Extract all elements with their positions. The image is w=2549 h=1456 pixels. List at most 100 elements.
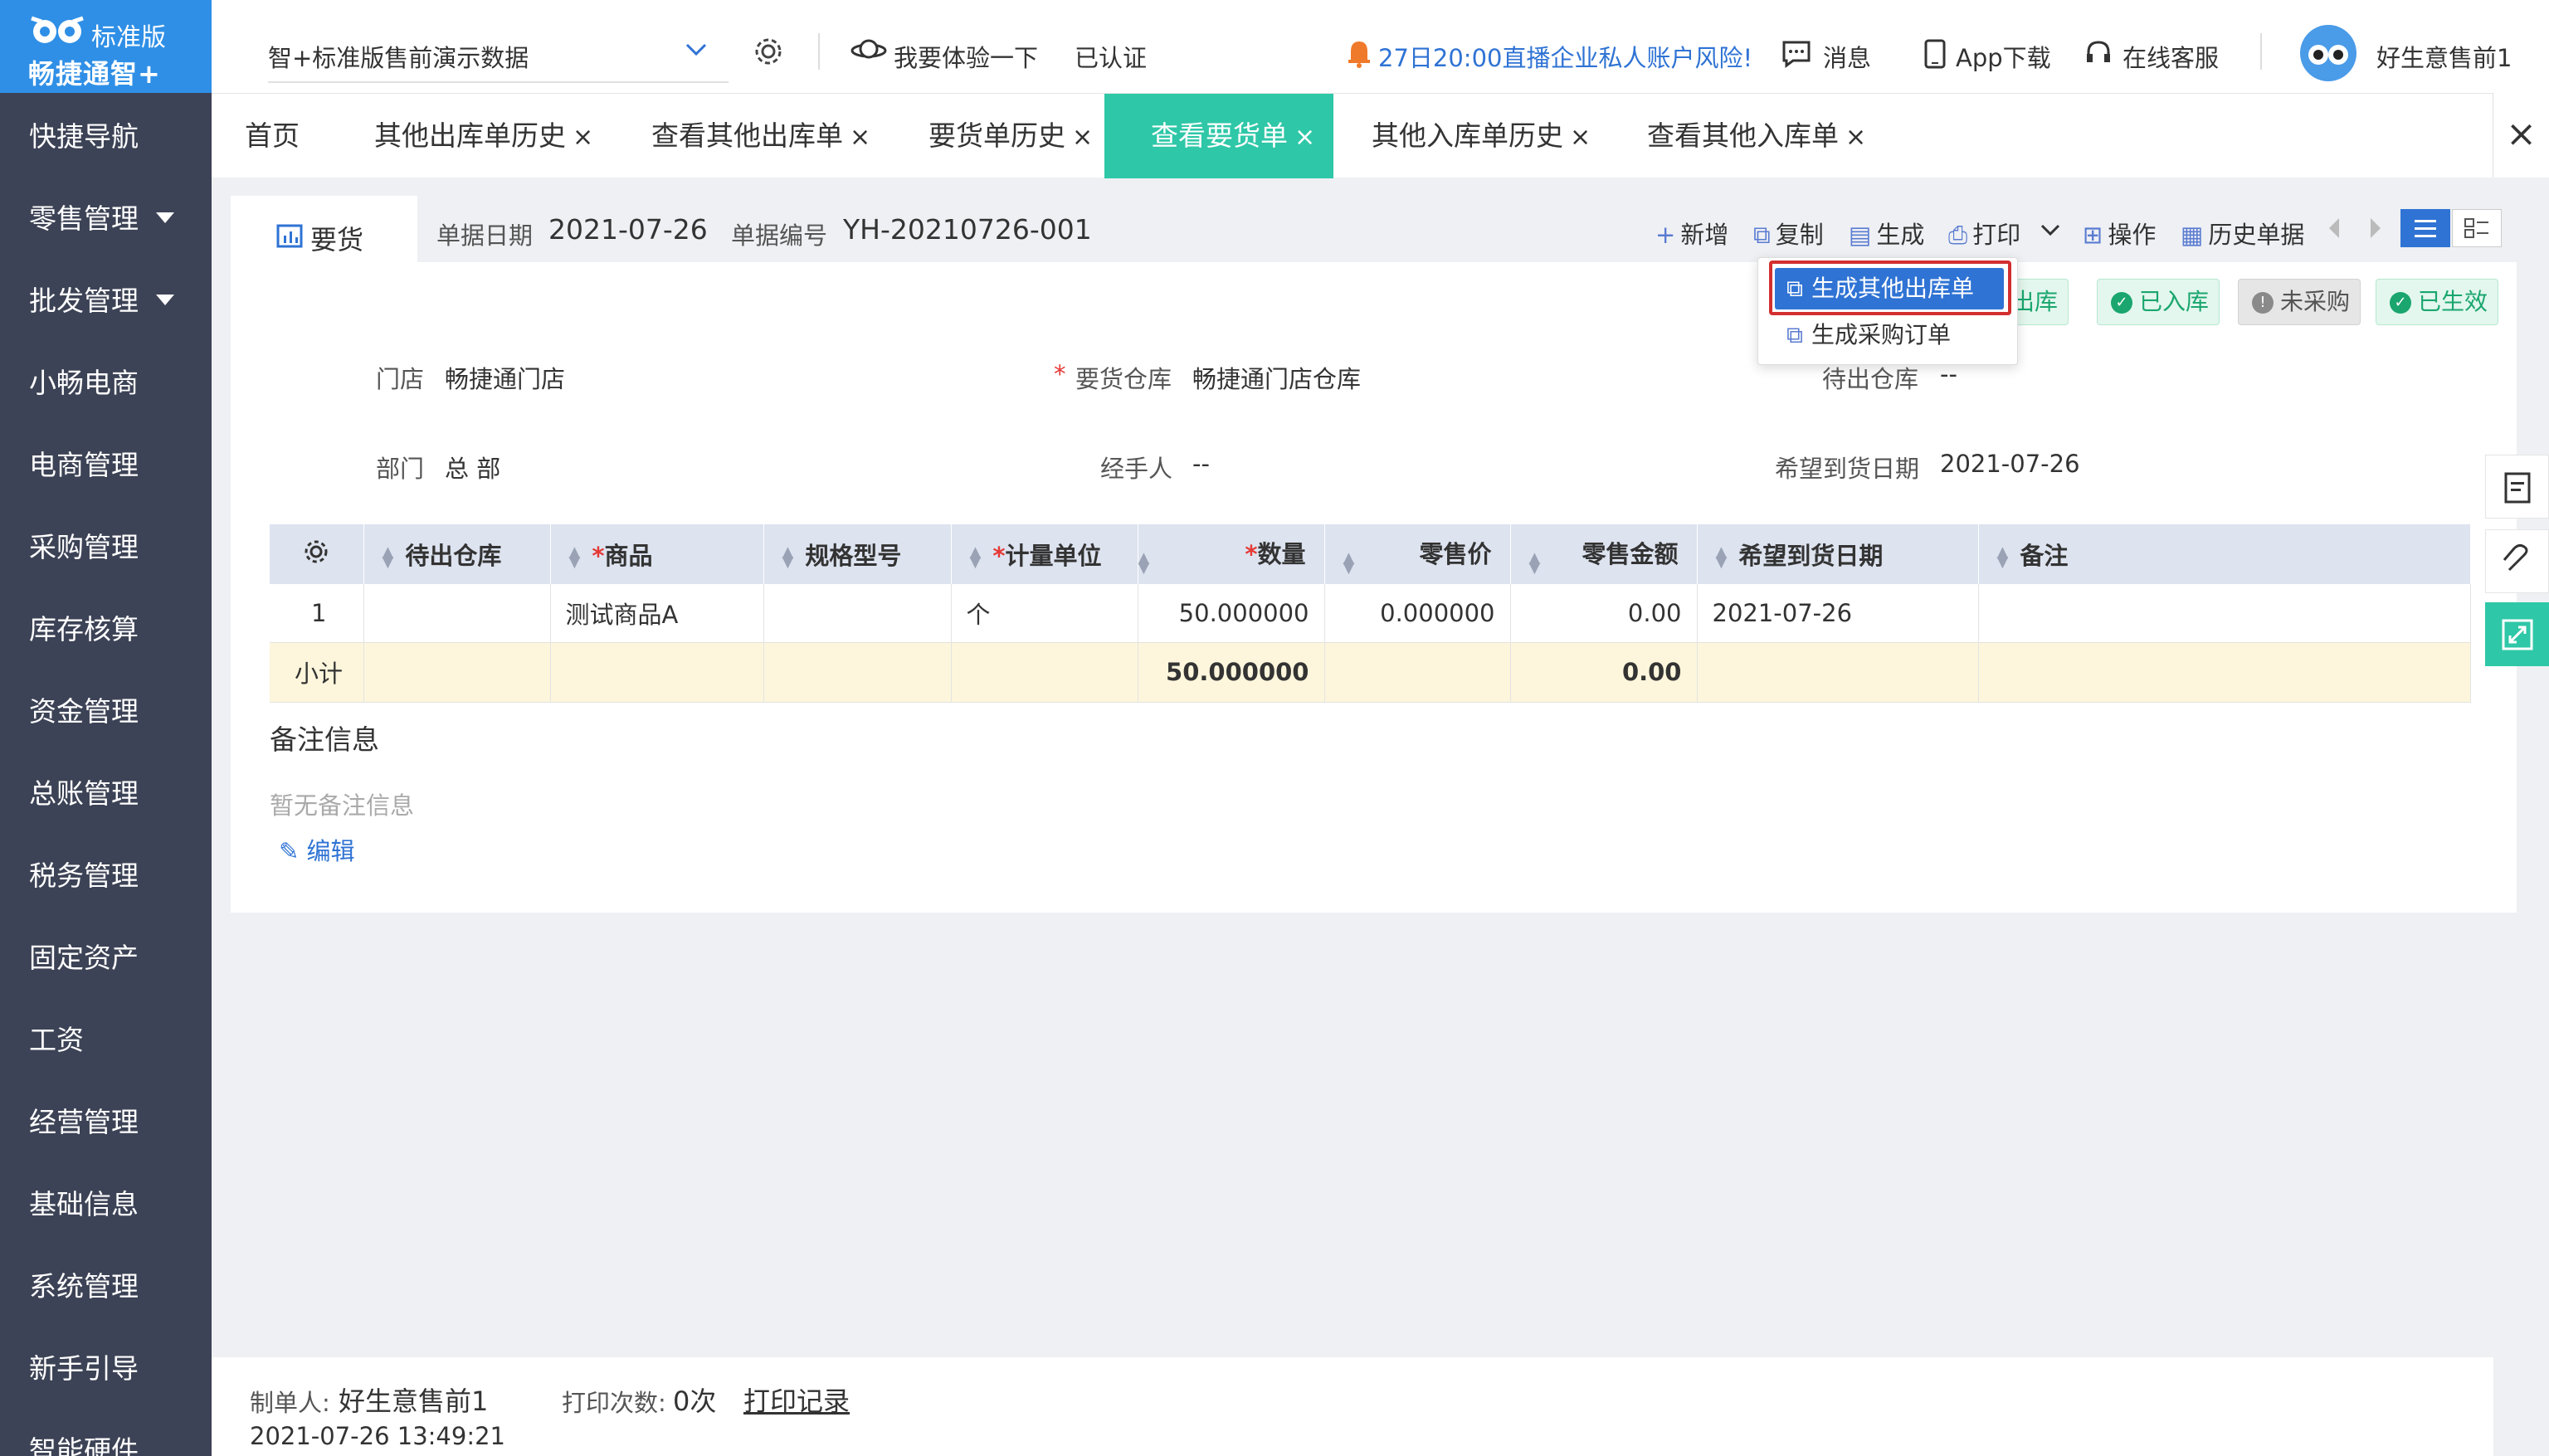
col-header-price[interactable]: ▲ ▼ 零售价 (1324, 524, 1511, 584)
history-button[interactable]: ▦ 历史单据 (2181, 216, 2304, 251)
print-log-link[interactable]: 打印记录 (743, 1381, 850, 1419)
avatar[interactable] (2300, 25, 2356, 81)
cell-remark[interactable] (1978, 584, 2471, 643)
support-link[interactable]: 在线客服 (2123, 39, 2219, 74)
sort-icon[interactable]: ▲ ▼ (970, 545, 982, 570)
operate-button[interactable]: ⊞ 操作 (2083, 216, 2156, 251)
store-value[interactable]: 畅捷通门店 (445, 360, 565, 395)
sidebar-item-7[interactable]: 资金管理 (0, 670, 212, 752)
sort-icon[interactable]: ▲ ▼ (383, 545, 394, 570)
sidebar-item-9[interactable]: 税务管理 (0, 835, 212, 917)
tab-doc-type[interactable]: 要货 (231, 202, 417, 262)
trial-link[interactable]: 我要体验一下 (894, 39, 1038, 74)
username[interactable]: 好生意售前1 (2376, 39, 2512, 74)
sidebar-item-2[interactable]: 批发管理 (0, 260, 212, 342)
print-chevron-down-icon[interactable] (2040, 222, 2061, 237)
caret-down-icon[interactable] (156, 295, 174, 305)
cell-unit[interactable]: 个 (951, 584, 1138, 643)
col-header-spec[interactable]: ▲ ▼ 规格型号 (763, 524, 952, 584)
generate-purchase-order-item[interactable]: ⧉ 生成采购订单 (1775, 314, 2004, 356)
generate-button[interactable]: ▤ 生成 (1849, 216, 1924, 251)
print-button[interactable]: ⎙ 打印 (1948, 216, 2020, 251)
close-icon[interactable]: × (573, 123, 593, 152)
tab-5[interactable]: 其他入库单历史 × (1372, 94, 1591, 178)
close-all-tabs-button[interactable]: × (2493, 93, 2549, 178)
account-selector[interactable]: 智+标准版售前演示数据 (268, 39, 529, 74)
remarks-edit-link[interactable]: ✎ 编辑 (279, 832, 355, 867)
tab-1[interactable]: 其他出库单历史 × (374, 94, 593, 178)
out-warehouse-value[interactable]: -- (1940, 360, 1957, 388)
sort-icon[interactable]: ▲ ▼ (1529, 551, 1541, 576)
tab-0[interactable]: 首页 (245, 94, 300, 178)
side-attachment-button[interactable] (2485, 529, 2549, 593)
cell-amount[interactable]: 0.00 (1510, 584, 1698, 643)
close-icon[interactable]: × (1570, 123, 1591, 152)
messages-link[interactable]: 消息 (1823, 39, 1871, 74)
side-expand-button[interactable] (2485, 602, 2549, 666)
sidebar-item-14[interactable]: 系统管理 (0, 1245, 212, 1327)
sort-icon[interactable]: ▲ ▼ (1138, 551, 1150, 576)
col-header-product[interactable]: ▲ ▼ *商品 (550, 524, 764, 584)
chevron-down-icon[interactable] (685, 41, 708, 58)
caret-down-icon[interactable] (156, 212, 174, 223)
side-note-button[interactable] (2485, 455, 2549, 519)
tab-2[interactable]: 查看其他出库单 × (651, 94, 870, 178)
col-header-qty[interactable]: ▲ ▼ *数量 (1138, 524, 1325, 584)
sidebar-item-1[interactable]: 零售管理 (0, 178, 212, 260)
sidebar-item-15[interactable]: 新手引导 (0, 1327, 212, 1410)
close-icon[interactable]: × (1845, 123, 1866, 152)
prev-record-icon[interactable] (2326, 216, 2342, 241)
col-header-unit[interactable]: ▲ ▼ *计量单位 (951, 524, 1138, 584)
sidebar-item-5[interactable]: 采购管理 (0, 506, 212, 588)
card-view-toggle[interactable] (2452, 209, 2502, 247)
sidebar-item-13[interactable]: 基础信息 (0, 1163, 212, 1245)
close-icon[interactable]: × (1072, 123, 1093, 152)
sidebar-item-12[interactable]: 经营管理 (0, 1081, 212, 1163)
sidebar-item-4[interactable]: 电商管理 (0, 424, 212, 506)
col-header-amount[interactable]: ▲ ▼ 零售金额 (1510, 524, 1698, 584)
live-notice-link[interactable]: 27日20:00直播企业私人账户风险! (1378, 39, 1752, 74)
sidebar-item-16[interactable]: 智能硬件 (0, 1410, 212, 1456)
sort-icon[interactable]: ▲ ▼ (1343, 551, 1355, 576)
col-header-expect-date[interactable]: ▲ ▼ 希望到货日期 (1697, 524, 1979, 584)
handler-value[interactable]: -- (1192, 450, 1210, 478)
dept-value[interactable]: 总 部 (445, 450, 500, 485)
cell-price[interactable]: 0.000000 (1324, 584, 1511, 643)
cell-qty[interactable]: 50.000000 (1138, 584, 1325, 643)
column-settings[interactable] (270, 524, 364, 584)
app-logo[interactable]: 标准版 畅捷通智+ (0, 0, 212, 93)
close-icon[interactable]: × (850, 123, 870, 152)
expect-date-value[interactable]: 2021-07-26 (1940, 450, 2080, 478)
col-header-remark[interactable]: ▲ ▼ 备注 (1978, 524, 2471, 584)
sidebar-item-6[interactable]: 库存核算 (0, 588, 212, 670)
req-warehouse-value[interactable]: 畅捷通门店仓库 (1192, 360, 1361, 395)
table-row[interactable]: 1 测试商品A 个 50.000000 0.000000 0.00 2021-0… (270, 584, 2471, 643)
sort-icon[interactable]: ▲ ▼ (782, 545, 794, 570)
sort-icon[interactable]: ▲ ▼ (1997, 545, 2009, 570)
store-label: 门店 (376, 365, 425, 393)
sidebar-item-10[interactable]: 固定资产 (0, 917, 212, 999)
close-icon[interactable]: × (1294, 123, 1315, 152)
sort-icon[interactable]: ▲ ▼ (1716, 545, 1728, 570)
app-download-link[interactable]: App下载 (1956, 39, 2051, 74)
sidebar-item-8[interactable]: 总账管理 (0, 752, 212, 835)
col-header-warehouse[interactable]: ▲ ▼ 待出仓库 (363, 524, 551, 584)
sort-icon[interactable]: ▲ ▼ (569, 545, 581, 570)
list-view-toggle[interactable] (2400, 209, 2450, 247)
tab-3[interactable]: 要货单历史 × (928, 94, 1093, 178)
tab-4[interactable]: 查看要货单 × (1104, 94, 1333, 178)
gear-icon[interactable] (303, 538, 329, 565)
message-icon[interactable] (1781, 40, 1811, 68)
copy-button[interactable]: ⧉ 复制 (1753, 216, 1824, 251)
cell-spec[interactable] (763, 584, 952, 643)
next-record-icon[interactable] (2367, 216, 2384, 241)
sidebar-item-0[interactable]: 快捷导航 (0, 95, 212, 178)
tab-6[interactable]: 查看其他入库单 × (1647, 94, 1866, 178)
cell-product[interactable]: 测试商品A (550, 584, 764, 643)
cell-warehouse[interactable] (363, 584, 551, 643)
gear-icon[interactable] (753, 37, 783, 66)
sidebar-item-11[interactable]: 工资 (0, 999, 212, 1081)
sidebar-item-3[interactable]: 小畅电商 (0, 342, 212, 424)
cell-expect-date[interactable]: 2021-07-26 (1697, 584, 1979, 643)
new-button[interactable]: + 新增 (1655, 216, 1728, 251)
